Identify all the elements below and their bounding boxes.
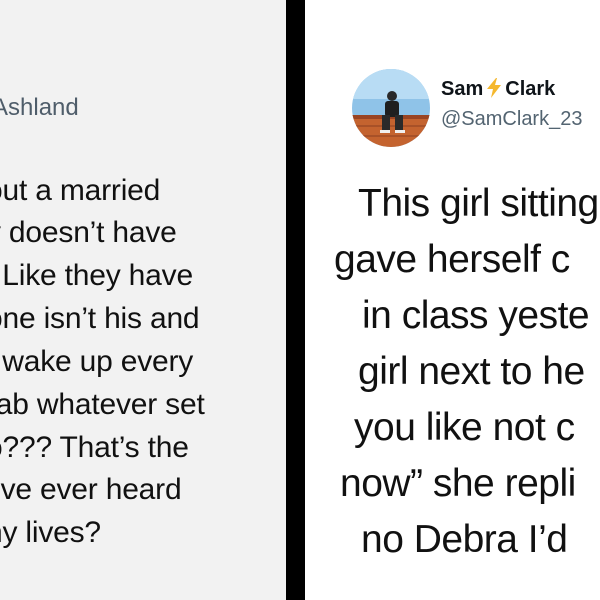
- author-last-name: Clark: [505, 78, 556, 100]
- post-text-line: one isn’t his and: [0, 302, 200, 335]
- tweet-text-line: gave herself c: [334, 238, 570, 281]
- post-text-line: . Like they have: [0, 259, 193, 292]
- post-text-line: ny lives?: [0, 516, 101, 549]
- post-text-line: out a married: [0, 174, 161, 207]
- author-first-name: Sam: [441, 78, 484, 100]
- author-name[interactable]: Ashland: [0, 94, 79, 122]
- post-text-line: v doesn’t have: [0, 216, 177, 249]
- tweet-text-line: girl next to he: [358, 350, 585, 393]
- left-post-panel: Ashland out a married v doesn’t have . L…: [0, 0, 286, 600]
- tweet-author-handle[interactable]: @SamClark_23: [441, 108, 582, 131]
- lightning-bolt-icon: [487, 78, 502, 104]
- post-text-line: I’ve ever heard: [0, 473, 182, 506]
- avatar-photo: [352, 69, 430, 147]
- tweet-text-line: you like not c: [354, 406, 575, 449]
- tweet-author-name[interactable]: Sam Clark: [441, 78, 555, 104]
- post-text-line: o??? That’s the: [0, 431, 189, 464]
- avatar[interactable]: [352, 69, 430, 147]
- post-text-line: t wake up every: [0, 345, 194, 378]
- tweet-text-line: This girl sitting: [358, 182, 599, 225]
- tweet-text-line: now” she repli: [340, 462, 576, 505]
- post-text-line: rab whatever set: [0, 388, 205, 421]
- tweet-text-line: in class yeste: [362, 294, 590, 337]
- tweet-text-line: no Debra I’d: [361, 518, 568, 561]
